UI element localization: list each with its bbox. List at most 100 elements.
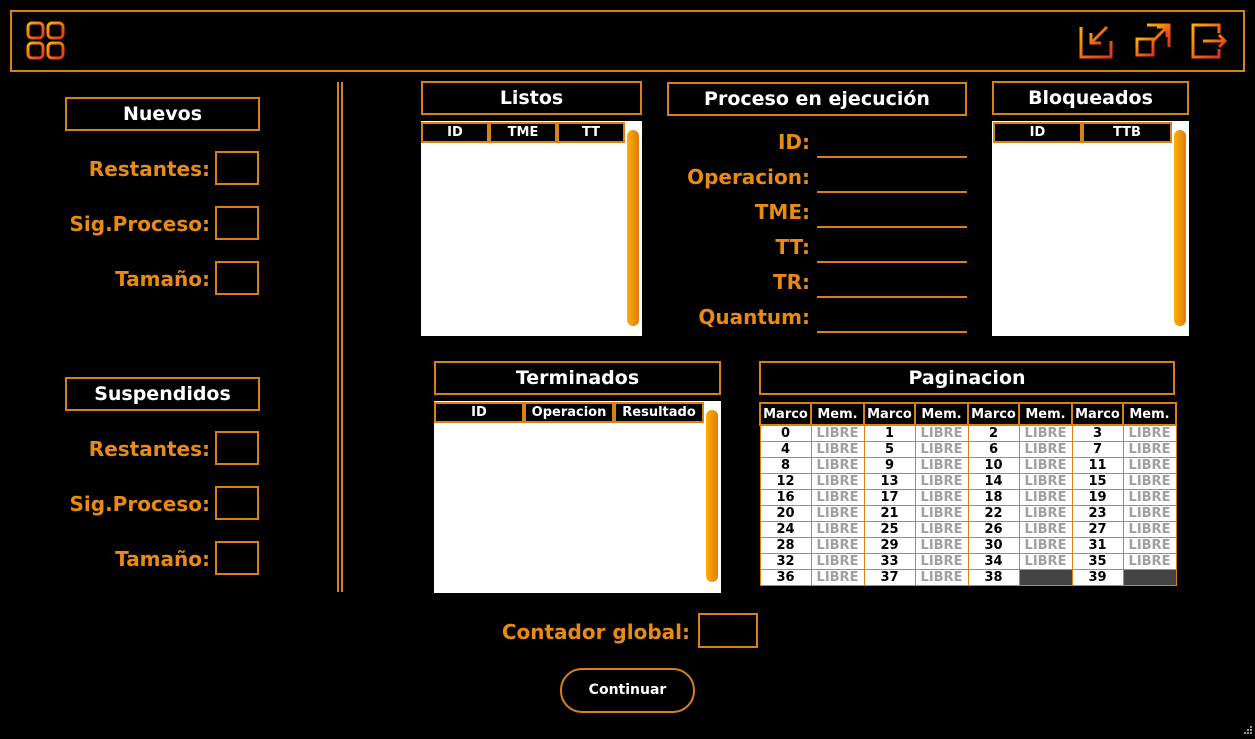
pg-marco-cell: 9 [863, 457, 916, 474]
paginacion-title: Paginacion [759, 361, 1175, 395]
pg-marco-cell: 20 [759, 505, 812, 522]
pg-mem-cell: LIBRE [1122, 424, 1177, 442]
grid-menu-icon[interactable] [26, 21, 66, 61]
terminados-table [434, 401, 721, 593]
pg-marco-cell: 6 [967, 441, 1020, 458]
nuevos-sig-proceso-field [215, 206, 259, 240]
ejecucion-quantum-label: Quantum: [698, 305, 810, 329]
maximize-icon[interactable] [1133, 21, 1173, 61]
terminados-col-operacion: Operacion [524, 402, 614, 423]
pg-marco-cell: 29 [863, 537, 916, 554]
terminados-scrollbar[interactable] [706, 410, 718, 582]
pg-marco-cell: 4 [759, 441, 812, 458]
terminados-col-resultado: Resultado [614, 402, 704, 423]
ejecucion-quantum-line [817, 331, 967, 333]
pg-marco-cell: 37 [863, 569, 916, 586]
continuar-button[interactable]: Continuar [560, 668, 695, 713]
pg-mem-cell: LIBRE [810, 489, 865, 506]
pg-mem-cell-occupied [1122, 569, 1177, 586]
bloqueados-col-id: ID [993, 122, 1082, 143]
pg-mem-cell: LIBRE [810, 569, 865, 586]
pg-mem-cell: LIBRE [1018, 473, 1073, 490]
pg-header-marco: Marco [1071, 402, 1124, 426]
nuevos-sig-proceso-label: Sig.Proceso: [69, 212, 211, 236]
contador-global-field [698, 613, 758, 648]
pg-header-marco: Marco [967, 402, 1020, 426]
pg-mem-cell: LIBRE [914, 489, 969, 506]
pg-mem-cell: LIBRE [1018, 441, 1073, 458]
pg-marco-cell: 27 [1071, 521, 1124, 538]
listos-table [421, 121, 642, 336]
bloqueados-table [992, 121, 1189, 336]
pg-mem-cell: LIBRE [1018, 424, 1073, 442]
minimize-icon[interactable] [1077, 21, 1117, 61]
ejecucion-tme-line [817, 226, 967, 228]
ejecucion-tt-line [817, 261, 967, 263]
pg-marco-cell: 23 [1071, 505, 1124, 522]
terminados-col-id: ID [434, 402, 524, 423]
pg-mem-cell: LIBRE [914, 521, 969, 538]
pg-marco-cell: 19 [1071, 489, 1124, 506]
pg-marco-cell: 26 [967, 521, 1020, 538]
pg-mem-cell: LIBRE [914, 424, 969, 442]
pg-marco-cell: 2 [967, 424, 1020, 442]
pg-marco-cell: 12 [759, 473, 812, 490]
pg-mem-cell: LIBRE [1122, 553, 1177, 570]
pg-mem-cell: LIBRE [914, 473, 969, 490]
pg-marco-cell: 35 [1071, 553, 1124, 570]
suspendidos-sig-proceso-label: Sig.Proceso: [69, 492, 211, 516]
ejecucion-tme-label: TME: [754, 200, 810, 224]
pg-row: 12 LIBRE 13 LIBRE 14 LIBRE 15 LIBRE [759, 473, 1177, 490]
contador-global-label: Contador global: [501, 620, 690, 644]
pg-marco-cell: 14 [967, 473, 1020, 490]
ejecucion-id-line [817, 156, 967, 158]
pg-mem-cell: LIBRE [1018, 457, 1073, 474]
pg-row: 32 LIBRE 33 LIBRE 34 LIBRE 35 LIBRE [759, 553, 1177, 570]
vertical-divider [337, 82, 343, 592]
resize-grip-icon[interactable] [1243, 720, 1253, 734]
listos-scrollbar[interactable] [627, 130, 639, 326]
pg-row: 28 LIBRE 29 LIBRE 30 LIBRE 31 LIBRE [759, 537, 1177, 554]
pg-mem-cell: LIBRE [1122, 457, 1177, 474]
nuevos-tamano-field [215, 261, 259, 295]
pg-mem-cell: LIBRE [1122, 521, 1177, 538]
pg-mem-cell: LIBRE [1018, 489, 1073, 506]
pg-marco-cell: 17 [863, 489, 916, 506]
exit-icon[interactable] [1189, 21, 1229, 61]
pg-mem-cell-occupied [1018, 569, 1073, 586]
pg-marco-cell: 24 [759, 521, 812, 538]
pg-mem-cell: LIBRE [1018, 505, 1073, 522]
pg-marco-cell: 0 [759, 424, 812, 442]
pg-row: 16 LIBRE 17 LIBRE 18 LIBRE 19 LIBRE [759, 489, 1177, 506]
ejecucion-title: Proceso en ejecución [667, 82, 967, 116]
pg-mem-cell: LIBRE [810, 441, 865, 458]
pg-mem-cell: LIBRE [914, 505, 969, 522]
pg-marco-cell: 36 [759, 569, 812, 586]
suspendidos-title: Suspendidos [65, 377, 260, 411]
pg-mem-cell: LIBRE [1122, 537, 1177, 554]
pg-mem-cell: LIBRE [810, 553, 865, 570]
pg-row: 0 LIBRE 1 LIBRE 2 LIBRE 3 LIBRE [759, 424, 1177, 442]
ejecucion-operacion-label: Operacion: [687, 165, 810, 189]
pg-mem-cell: LIBRE [914, 553, 969, 570]
pg-marco-cell: 15 [1071, 473, 1124, 490]
pg-header-mem: Mem. [810, 402, 865, 426]
pg-marco-cell: 33 [863, 553, 916, 570]
nuevos-restantes-label: Restantes: [88, 157, 210, 181]
pg-mem-cell: LIBRE [914, 441, 969, 458]
pg-marco-cell: 22 [967, 505, 1020, 522]
pg-row: 20 LIBRE 21 LIBRE 22 LIBRE 23 LIBRE [759, 505, 1177, 522]
paginacion-table: Marco Mem. Marco Mem. Marco Mem. Marco M… [759, 402, 1177, 586]
bloqueados-scrollbar[interactable] [1174, 130, 1186, 326]
listos-title: Listos [421, 81, 642, 115]
pg-marco-cell: 32 [759, 553, 812, 570]
listos-col-id: ID [421, 122, 489, 143]
nuevos-title: Nuevos [65, 97, 260, 131]
pg-mem-cell: LIBRE [914, 569, 969, 586]
suspendidos-tamano-field [215, 541, 259, 575]
ejecucion-id-label: ID: [777, 130, 810, 154]
pg-header-marco: Marco [759, 402, 812, 426]
pg-header-mem: Mem. [914, 402, 969, 426]
pg-marco-cell: 8 [759, 457, 812, 474]
pg-mem-cell: LIBRE [1018, 537, 1073, 554]
